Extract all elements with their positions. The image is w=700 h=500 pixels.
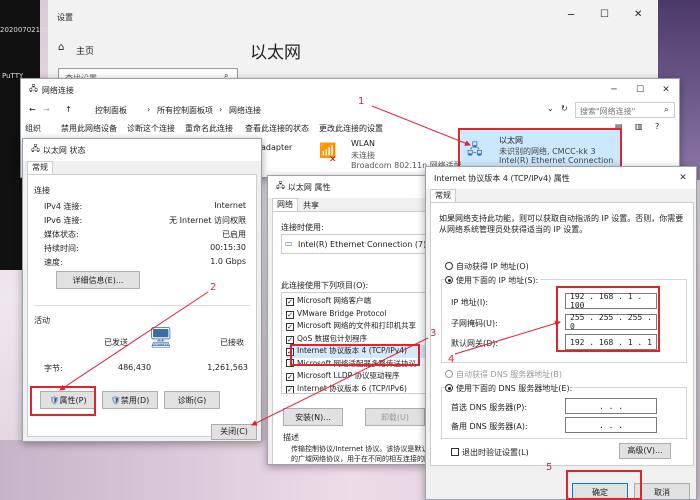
step-marker-1: 1 — [358, 96, 365, 107]
annotation-arrows — [59, 105, 561, 426]
arrow-1 — [371, 105, 471, 146]
step-marker-4: 4 — [448, 354, 455, 365]
step-marker-3: 3 — [430, 328, 437, 339]
step-marker-2: 2 — [210, 282, 217, 293]
arrow-3 — [251, 337, 429, 426]
step-marker-5: 5 — [546, 462, 553, 473]
arrow-2 — [59, 291, 209, 391]
arrow-4 — [454, 320, 561, 355]
